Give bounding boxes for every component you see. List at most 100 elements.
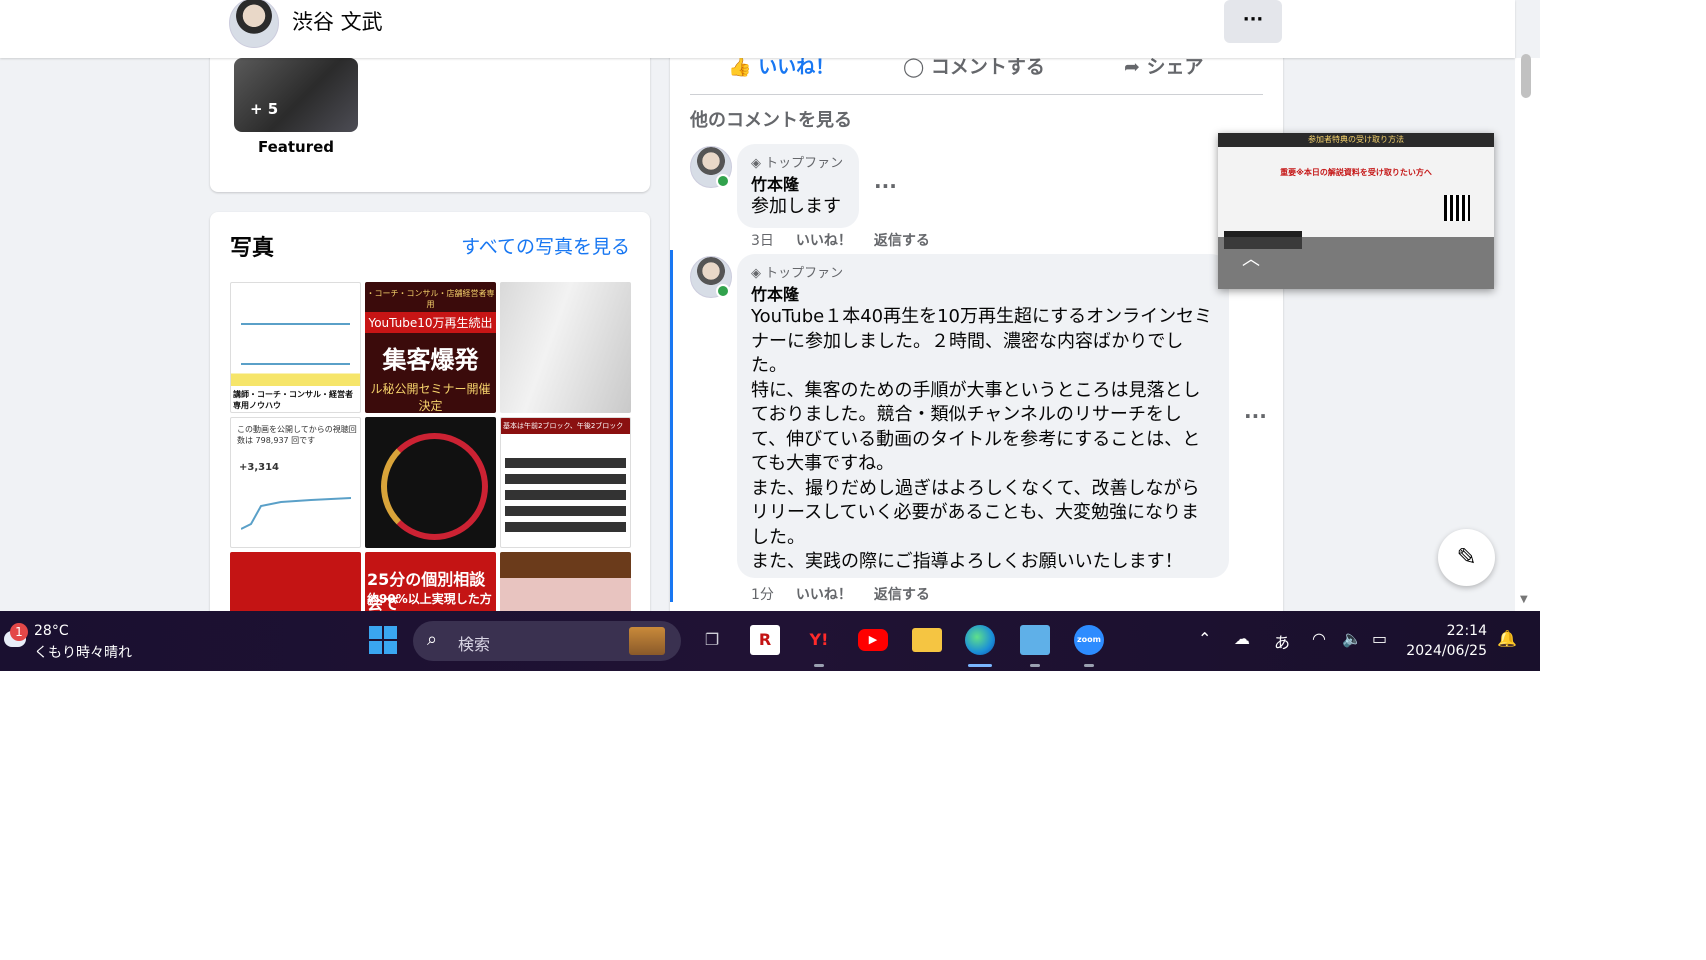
comment-time[interactable]: 1分 — [751, 587, 774, 603]
comment-options-button[interactable]: ··· — [874, 174, 897, 198]
taskbar: 1 28°C くもり時々晴れ ⌕ 検索 ❐ R Y! ▶ zoom ⌃ ☁ あ … — [0, 611, 1540, 671]
qr-code — [1444, 195, 1470, 221]
weather-temp: 28°C — [34, 623, 69, 639]
yahoo-app-icon[interactable]: Y! — [804, 625, 834, 655]
comment-meta: 3日 いいね！ 返信する — [751, 230, 930, 250]
photo-caption: 約90%以上実現した方 — [367, 592, 492, 606]
photos-card: 写真 すべての写真を見る 講師・コーチ・コンサル・経営者専用ノウハウ ・コーチ・… — [210, 212, 650, 611]
profile-name[interactable]: 渋谷 文武 — [292, 6, 383, 36]
comment-author[interactable]: 竹本隆 — [751, 171, 845, 195]
post-action-bar: 👍 いいね！ ◯ コメントする ➦ シェア — [690, 52, 1263, 95]
rakuten-app-icon[interactable]: R — [750, 625, 780, 655]
share-icon: ➦ — [1124, 56, 1140, 78]
profile-avatar[interactable] — [229, 0, 279, 48]
photo-caption: 基本は午前2ブロック、午後2ブロック — [503, 422, 624, 430]
photo-tile[interactable]: 25分の個別相談会で 約90%以上実現した方 — [365, 552, 496, 611]
weather-condition: くもり時々晴れ — [34, 645, 132, 661]
profile-header: 渋谷 文武 ··· — [0, 0, 1515, 58]
photo-caption: +3,314 — [239, 462, 280, 473]
photo-caption: この動画を公開してからの視聴回数は 798,937 回です — [237, 425, 357, 445]
share-label: シェア — [1146, 56, 1204, 78]
app-running-indicator — [814, 664, 824, 667]
comment-text: YouTube１本40再生を10万再生超にするオンラインセミ ナーに参加しました… — [751, 306, 1213, 572]
see-all-photos-link[interactable]: すべての写真を見る — [461, 232, 630, 259]
photo-tile[interactable] — [365, 417, 496, 548]
comment-meta: 1分 いいね！ 返信する — [751, 584, 930, 604]
view-more-comments-link[interactable]: 他のコメントを見る — [690, 106, 852, 132]
photo-tile[interactable] — [500, 552, 631, 611]
comment-like-button[interactable]: いいね！ — [796, 587, 852, 603]
featured-thumbnail[interactable]: + 5 — [234, 58, 358, 132]
comment-time[interactable]: 3日 — [751, 233, 774, 249]
photo-caption: 集客爆発 — [382, 346, 479, 374]
more-options-button[interactable]: ··· — [1224, 0, 1282, 43]
comment-author[interactable]: 竹本隆 — [751, 281, 1215, 305]
zoom-app-icon[interactable]: zoom — [1074, 625, 1104, 655]
volume-icon[interactable]: 🔈 — [1342, 629, 1362, 648]
top-fan-badge: トップファン — [765, 266, 844, 281]
comment-thread-line — [670, 250, 673, 602]
photo-caption: YouTube10万再生続出 — [365, 312, 496, 333]
task-view-icon[interactable]: ❐ — [697, 625, 727, 655]
comment-icon: ◯ — [903, 56, 925, 78]
search-placeholder: 検索 — [458, 635, 491, 654]
search-highlight-image — [629, 627, 665, 655]
top-fan-icon: ◈ — [751, 266, 761, 281]
comment-options-button[interactable]: ··· — [1244, 404, 1267, 428]
post-card: 👍 いいね！ ◯ コメントする ➦ シェア 他のコメントを見る ◈ トップファン… — [670, 40, 1283, 611]
picture-in-picture-video[interactable]: 参加者特典の受け取り方法 重要※本日の解説資料を受け取りたい方へ ︿ — [1218, 133, 1494, 289]
battery-icon[interactable]: ▭ — [1372, 629, 1387, 648]
app-running-indicator — [1084, 664, 1094, 667]
photo-tile[interactable] — [230, 552, 361, 611]
photos-title: 写真 — [230, 236, 275, 261]
youtube-app-icon[interactable]: ▶ — [858, 629, 888, 651]
edge-browser-icon[interactable] — [965, 625, 995, 655]
comment-like-button[interactable]: いいね！ — [796, 233, 852, 249]
wifi-icon[interactable]: ◠ — [1312, 629, 1326, 648]
top-fan-badge: トップファン — [765, 156, 844, 171]
comment-label: コメントする — [930, 56, 1045, 78]
photo-tile[interactable] — [500, 282, 631, 413]
show-hidden-icons-chevron-icon[interactable]: ⌃ — [1198, 629, 1211, 648]
online-status-dot — [716, 284, 730, 298]
taskbar-search[interactable]: ⌕ 検索 — [413, 621, 681, 661]
photo-grid: 講師・コーチ・コンサル・経営者専用ノウハウ ・コーチ・コンサル・店舗経営者専用 … — [230, 282, 632, 611]
photo-caption: ・コーチ・コンサル・店舗経営者専用 — [366, 289, 495, 309]
remote-desktop-icon[interactable] — [1020, 625, 1050, 655]
browser-viewport: 渋谷 文武 ··· + 5 Featured 写真 すべての写真を見る 講師・コ… — [0, 0, 1540, 611]
photo-tile[interactable]: この動画を公開してからの視聴回数は 798,937 回です +3,314 — [230, 417, 361, 548]
photo-tile[interactable]: ・コーチ・コンサル・店舗経営者専用 YouTube10万再生続出 集客爆発 ル秘… — [365, 282, 496, 413]
clock-date: 2024/06/25 — [1406, 643, 1487, 659]
bell-icon[interactable]: 🔔 — [1497, 629, 1517, 648]
photo-tile[interactable]: 講師・コーチ・コンサル・経営者専用ノウハウ — [230, 282, 361, 413]
app-active-indicator — [968, 664, 992, 667]
app-running-indicator — [1030, 664, 1040, 667]
comment-reply-button[interactable]: 返信する — [874, 587, 930, 603]
featured-card: + 5 Featured — [210, 40, 650, 192]
photo-caption: 講師・コーチ・コンサル・経営者専用ノウハウ — [233, 390, 353, 410]
clock-time: 22:14 — [1446, 623, 1487, 639]
photo-ring — [381, 433, 488, 540]
file-explorer-icon[interactable] — [912, 628, 942, 652]
new-message-button[interactable]: ✎ — [1438, 529, 1495, 586]
like-label: いいね！ — [758, 56, 835, 78]
windows-start-button[interactable] — [368, 625, 398, 655]
comment-bubble: ◈ トップファン 竹本隆 YouTube１本40再生を10万再生超にするオンライ… — [737, 254, 1229, 578]
weather-badge: 1 — [10, 623, 28, 641]
scrollbar-thumb[interactable] — [1521, 54, 1531, 98]
online-status-dot — [716, 174, 730, 188]
thumbs-up-icon: 👍 — [728, 56, 752, 78]
photo-tile[interactable]: 基本は午前2ブロック、午後2ブロック — [500, 417, 631, 548]
featured-label: Featured — [257, 138, 335, 156]
scroll-down-arrow-icon[interactable]: ▼ — [1520, 594, 1528, 605]
edit-icon: ✎ — [1456, 543, 1477, 571]
cloud-icon[interactable]: ☁ — [1234, 629, 1250, 648]
comment-reply-button[interactable]: 返信する — [874, 233, 930, 249]
popup-headline: 重要※本日の解説資料を受け取りたい方へ — [1280, 168, 1432, 177]
ime-indicator[interactable]: あ — [1274, 629, 1290, 653]
comment-text: 参加します — [751, 196, 841, 217]
system-clock[interactable]: 22:14 2024/06/25 — [1405, 621, 1487, 661]
page-scrollbar[interactable]: ▼ — [1515, 54, 1540, 611]
photo-caption: ル秘公開セミナー開催決定 — [370, 382, 491, 413]
chevron-up-icon[interactable]: ︿ — [1242, 245, 1260, 271]
